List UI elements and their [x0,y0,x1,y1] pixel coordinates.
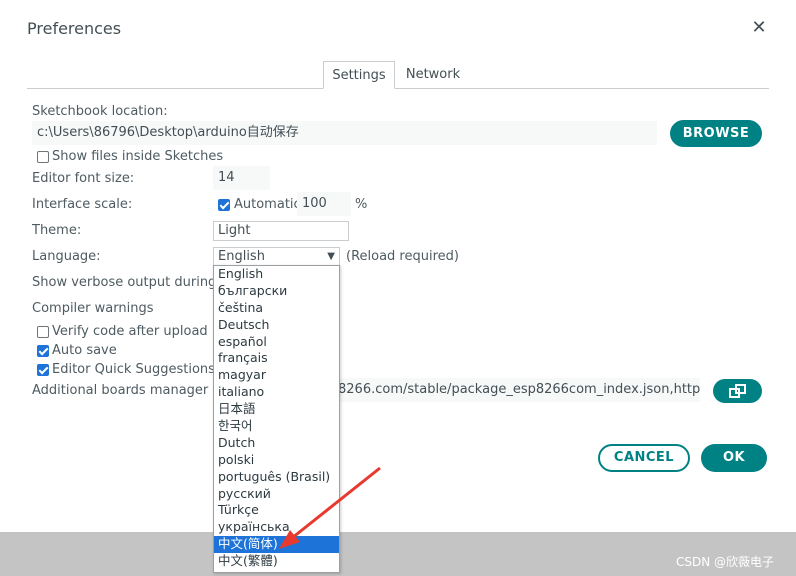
language-option[interactable]: português (Brasil) [214,469,339,486]
language-option-highlighted[interactable]: 中文(简体) [214,536,339,554]
sketchbook-location-input[interactable]: c:\Users\86796\Desktop\arduino自动保存 [32,121,657,145]
auto-save-label: Auto save [52,343,117,358]
dialog-title: Preferences [27,19,122,38]
interface-scale-input[interactable]: 100 [297,192,351,216]
sketchbook-location-label: Sketchbook location: [32,104,168,119]
language-value: English [218,249,265,264]
language-option[interactable]: français [214,350,339,367]
ok-button[interactable]: OK [701,444,767,472]
interface-scale-unit: % [355,197,368,212]
language-option[interactable]: українська [214,519,339,536]
watermark-text: CSDN @欣薇电子 [676,555,775,569]
language-option[interactable]: русский [214,486,339,503]
reload-required-note: (Reload required) [346,249,459,264]
language-option[interactable]: български [214,283,339,300]
open-window-icon [728,384,746,398]
chevron-down-icon: ▼ [327,251,335,262]
language-option[interactable]: español [214,334,339,351]
language-option[interactable]: italiano [214,384,339,401]
language-option[interactable]: Dutch [214,435,339,452]
language-option[interactable]: polski [214,452,339,469]
tab-divider [27,88,769,89]
language-option[interactable]: 中文(繁體) [214,553,339,570]
show-files-label: Show files inside Sketches [52,149,224,164]
automatic-label: Automatic [234,197,301,212]
compiler-warnings-label: Compiler warnings [32,301,154,316]
verify-code-checkbox[interactable] [37,326,49,338]
preferences-dialog: Preferences ✕ Settings Network Sketchboo… [0,0,796,532]
interface-scale-label: Interface scale: [32,197,133,212]
automatic-checkbox[interactable] [218,199,230,211]
quick-suggestions-checkbox[interactable] [37,364,49,376]
close-icon[interactable]: ✕ [749,18,769,38]
theme-label: Theme: [32,223,82,238]
boards-manager-input[interactable]: 8266.com/stable/package_esp8266com_index… [336,378,700,402]
language-dropdown-list: English български čeština Deutsch españo… [213,265,340,573]
boards-manager-label: Additional boards manager URL [32,383,239,398]
language-label: Language: [32,249,101,264]
language-option[interactable]: English [214,266,339,283]
show-files-checkbox[interactable] [37,151,49,163]
auto-save-checkbox[interactable] [37,345,49,357]
tab-network[interactable]: Network [400,61,466,89]
quick-suggestions-label: Editor Quick Suggestions [52,362,215,377]
theme-select[interactable]: Light [213,221,349,241]
verify-code-label: Verify code after upload [52,324,208,339]
language-select[interactable]: English ▼ [213,247,340,267]
font-size-label: Editor font size: [32,171,135,186]
language-option[interactable]: 日本語 [214,401,339,418]
language-option[interactable]: Türkçe [214,502,339,519]
browse-button[interactable]: BROWSE [670,120,762,147]
cancel-button[interactable]: CANCEL [598,444,690,472]
theme-value: Light [218,223,251,238]
edit-urls-button[interactable] [713,379,762,403]
language-option[interactable]: Deutsch [214,317,339,334]
language-option[interactable]: magyar [214,367,339,384]
verbose-output-label: Show verbose output during [32,275,217,290]
language-option[interactable]: čeština [214,300,339,317]
tab-settings[interactable]: Settings [323,61,395,89]
font-size-input[interactable]: 14 [213,166,270,190]
language-option[interactable]: 한국어 [214,418,339,435]
